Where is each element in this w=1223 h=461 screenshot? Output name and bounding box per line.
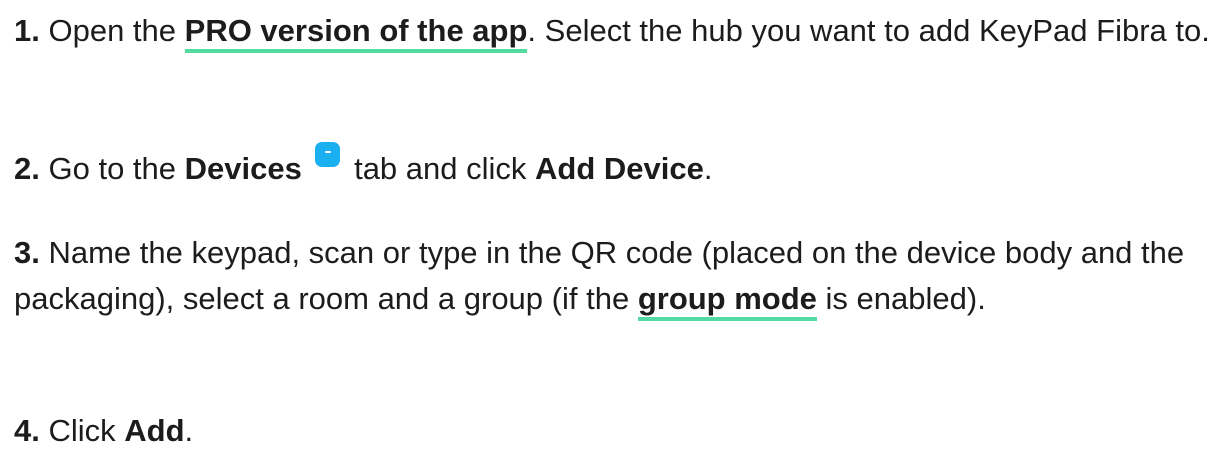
step-number: 4. bbox=[14, 413, 40, 448]
group-mode-link[interactable]: group mode bbox=[637, 281, 817, 321]
pro-app-link[interactable]: PRO version of the app bbox=[184, 13, 528, 53]
step-text: tab and click bbox=[345, 151, 536, 186]
add-label: Add bbox=[124, 413, 185, 448]
add-device-label: Add Device bbox=[535, 151, 704, 186]
step-text: Name the keypad, scan or type in the QR … bbox=[14, 235, 1185, 316]
step-3: 3. Name the keypad, scan or type in the … bbox=[14, 230, 1214, 322]
step-text: Open the bbox=[48, 13, 185, 48]
step-4: 4. Click Add. bbox=[14, 408, 1214, 454]
step-2: 2. Go to the Devices tab and click Add D… bbox=[14, 142, 1214, 192]
devices-label: Devices bbox=[184, 151, 302, 186]
step-number: 2. bbox=[14, 151, 40, 186]
step-1: 1. Open the PRO version of the app. Sele… bbox=[14, 8, 1214, 54]
step-text: . bbox=[703, 151, 713, 186]
step-number: 3. bbox=[14, 235, 40, 270]
step-number: 1. bbox=[14, 13, 40, 48]
step-text: Go to the bbox=[48, 151, 185, 186]
step-text: Click bbox=[48, 413, 125, 448]
step-text: is enabled). bbox=[816, 281, 986, 316]
instruction-steps: 1. Open the PRO version of the app. Sele… bbox=[0, 0, 1223, 461]
devices-tab-icon bbox=[315, 142, 341, 167]
step-text: . Select the hub you want to add KeyPad … bbox=[527, 13, 1210, 48]
step-text: . bbox=[184, 413, 194, 448]
